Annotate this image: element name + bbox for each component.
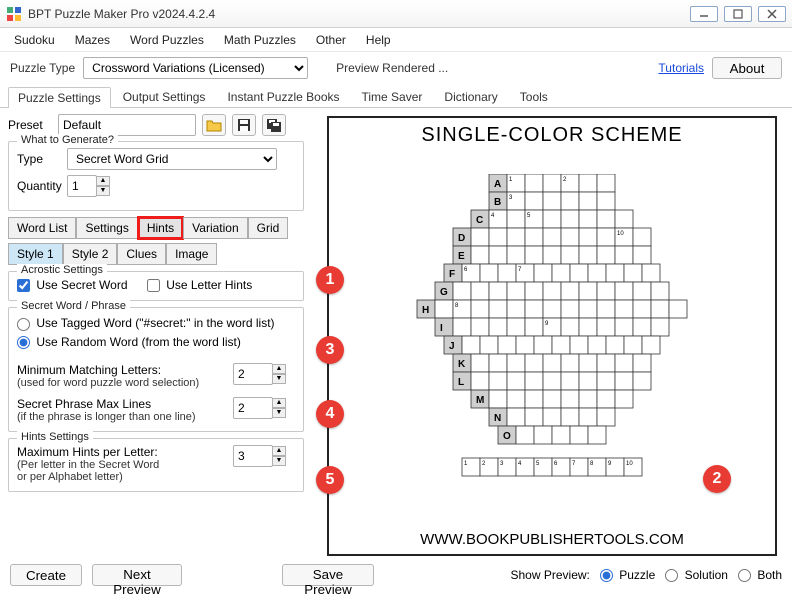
svg-text:H: H <box>422 305 429 316</box>
svg-text:D: D <box>458 233 465 244</box>
svg-text:B: B <box>494 197 501 208</box>
settings-panel: Preset What to Generate? Type Secret Wor… <box>0 108 312 560</box>
preset-label: Preset <box>8 118 52 132</box>
callout-1: 1 <box>316 266 344 294</box>
top-toolbar: Puzzle Type Crossword Variations (Licens… <box>0 52 792 84</box>
save-preview-button[interactable]: Save Preview <box>282 564 374 586</box>
quantity-spinner[interactable]: ▲▼ <box>67 175 110 197</box>
opt-random-word[interactable]: Use Random Word (from the word list) <box>17 335 241 349</box>
svg-text:10: 10 <box>626 461 633 467</box>
tab-image[interactable]: Image <box>166 243 217 265</box>
tab-hints[interactable]: Hints <box>138 217 183 239</box>
minimize-button[interactable] <box>690 6 718 22</box>
menu-other[interactable]: Other <box>316 33 346 47</box>
tab-style1[interactable]: Style 1 <box>8 243 63 265</box>
tab-word-list[interactable]: Word List <box>8 217 76 239</box>
menubar: Sudoku Mazes Word Puzzles Math Puzzles O… <box>0 28 792 52</box>
max-hints-hint1: (Per letter in the Secret Word <box>17 459 227 471</box>
max-lines-hint: (if the phrase is longer than one line) <box>17 411 227 423</box>
tab-puzzle-settings[interactable]: Puzzle Settings <box>8 87 111 108</box>
acrostic-group-title: Acrostic Settings <box>17 264 107 276</box>
main-tabs: Puzzle Settings Output Settings Instant … <box>0 84 792 108</box>
hints-group-title: Hints Settings <box>17 431 93 443</box>
menu-mazes[interactable]: Mazes <box>75 33 110 47</box>
footer-bar: Create Next Preview Save Preview Show Pr… <box>0 560 792 590</box>
svg-text:L: L <box>458 377 464 388</box>
tab-output-settings[interactable]: Output Settings <box>113 86 216 107</box>
callout-5: 5 <box>316 466 344 494</box>
svg-text:N: N <box>494 413 501 424</box>
callout-3: 3 <box>316 336 344 364</box>
maximize-button[interactable] <box>724 6 752 22</box>
menu-word-puzzles[interactable]: Word Puzzles <box>130 33 204 47</box>
close-button[interactable] <box>758 6 786 22</box>
use-secret-word-checkbox[interactable]: Use Secret Word <box>17 278 128 292</box>
use-letter-hints-checkbox[interactable]: Use Letter Hints <box>147 278 252 292</box>
type-label: Type <box>17 152 61 166</box>
tab-style2[interactable]: Style 2 <box>63 243 118 265</box>
max-lines-spinner[interactable]: ▲▼ <box>233 397 286 419</box>
quantity-label: Quantity <box>17 179 61 193</box>
titlebar: BPT Puzzle Maker Pro v2024.4.2.4 <box>0 0 792 28</box>
crossword-grid: A12B3C45D10EF67GH8I9JKLMNO12345678910 <box>407 174 697 480</box>
svg-text:K: K <box>458 359 466 370</box>
max-hints-spinner[interactable]: ▲▼ <box>233 445 286 467</box>
secret-group-title: Secret Word / Phrase <box>17 300 130 312</box>
max-lines-label: Secret Phrase Max Lines <box>17 397 227 411</box>
tab-variation[interactable]: Variation <box>183 217 247 239</box>
preview-status: Preview Rendered ... <box>336 61 448 75</box>
inner-tabs-1: Word List Settings Hints Variation Grid <box>8 217 304 239</box>
open-preset-button[interactable] <box>202 114 226 136</box>
menu-math-puzzles[interactable]: Math Puzzles <box>224 33 296 47</box>
puzzle-type-select[interactable]: Crossword Variations (Licensed) <box>83 57 308 79</box>
preview-puzzle-radio[interactable]: Puzzle <box>600 568 655 582</box>
tab-time-saver[interactable]: Time Saver <box>352 86 433 107</box>
svg-text:10: 10 <box>617 231 624 237</box>
create-button[interactable]: Create <box>10 564 82 586</box>
callout-2: 2 <box>703 465 731 493</box>
window-title: BPT Puzzle Maker Pro v2024.4.2.4 <box>28 7 690 21</box>
preview-title: SINGLE-COLOR SCHEME <box>329 124 775 147</box>
generate-group-title: What to Generate? <box>17 134 118 146</box>
tab-settings[interactable]: Settings <box>76 217 137 239</box>
menu-help[interactable]: Help <box>366 33 391 47</box>
tab-tools[interactable]: Tools <box>510 86 558 107</box>
min-matching-label: Minimum Matching Letters: <box>17 363 227 377</box>
svg-text:F: F <box>449 269 455 280</box>
min-matching-spinner[interactable]: ▲▼ <box>233 363 286 385</box>
preview-both-radio[interactable]: Both <box>738 568 782 582</box>
tab-clues[interactable]: Clues <box>117 243 166 265</box>
max-hints-label: Maximum Hints per Letter: <box>17 445 227 459</box>
next-preview-button[interactable]: Next Preview <box>92 564 182 586</box>
opt-tagged-word[interactable]: Use Tagged Word ("#secret:" in the word … <box>17 316 275 330</box>
svg-text:A: A <box>494 179 501 190</box>
svg-text:M: M <box>476 395 484 406</box>
preview-solution-radio[interactable]: Solution <box>665 568 728 582</box>
tutorials-link[interactable]: Tutorials <box>658 61 704 75</box>
preset-input[interactable] <box>58 114 196 136</box>
show-preview-label: Show Preview: <box>511 568 590 582</box>
min-matching-hint: (used for word puzzle word selection) <box>17 377 227 389</box>
svg-text:O: O <box>503 431 511 442</box>
tab-dictionary[interactable]: Dictionary <box>434 86 507 107</box>
svg-text:G: G <box>440 287 448 298</box>
svg-text:C: C <box>476 215 483 226</box>
menu-sudoku[interactable]: Sudoku <box>14 33 55 47</box>
tab-grid[interactable]: Grid <box>248 217 289 239</box>
inner-tabs-2: Style 1 Style 2 Clues Image <box>8 243 304 265</box>
svg-text:J: J <box>449 341 455 352</box>
tab-instant-books[interactable]: Instant Puzzle Books <box>217 86 349 107</box>
type-select[interactable]: Secret Word Grid <box>67 148 277 170</box>
callout-4: 4 <box>316 400 344 428</box>
svg-text:I: I <box>440 323 443 334</box>
puzzle-type-label: Puzzle Type <box>10 61 75 75</box>
max-hints-hint2: or per Alphabet letter) <box>17 471 227 483</box>
save-preset-button[interactable] <box>232 114 256 136</box>
about-button[interactable]: About <box>712 57 782 79</box>
preview-url: WWW.BOOKPUBLISHERTOOLS.COM <box>329 531 775 548</box>
app-icon <box>6 6 22 22</box>
save-all-preset-button[interactable] <box>262 114 286 136</box>
svg-text:E: E <box>458 251 465 262</box>
